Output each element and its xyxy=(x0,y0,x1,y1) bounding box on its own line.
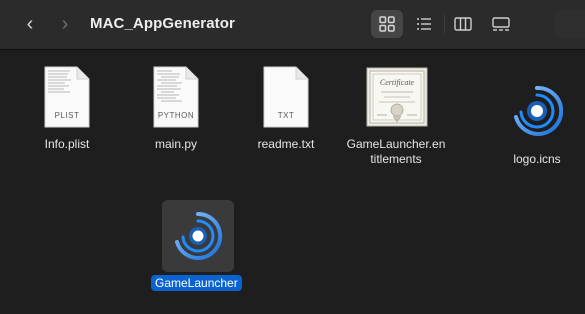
document-type-label: PLIST xyxy=(54,111,80,120)
text-document-icon: TXT xyxy=(262,66,310,128)
document-type-label: TXT xyxy=(277,111,295,120)
file-name-label: readme.txt xyxy=(257,137,315,151)
gallery-view-icon xyxy=(492,17,510,31)
selected-file-name-label: GameLauncher xyxy=(151,275,242,291)
svg-text:Certificate: Certificate xyxy=(380,78,415,87)
grid-view-icon xyxy=(379,16,395,32)
toolbar: ‹ › MAC_AppGenerator xyxy=(0,0,585,50)
grid-view-button[interactable] xyxy=(371,10,403,38)
window-title: MAC_AppGenerator xyxy=(90,15,235,32)
chevron-right-icon[interactable]: › xyxy=(57,14,73,34)
toolbar-separator xyxy=(444,14,445,34)
list-view-button[interactable] xyxy=(408,10,440,38)
file-name-label: Info.plist xyxy=(44,137,90,151)
file-name-label-line-2: titlements xyxy=(370,152,422,166)
document-type-label: PYTHON xyxy=(157,111,195,120)
column-view-button[interactable] xyxy=(447,10,479,38)
chevron-left-icon[interactable]: ‹ xyxy=(22,14,38,34)
file-name-label-line-1: GameLauncher.en xyxy=(346,137,446,151)
certificate-icon: Certificate xyxy=(366,67,428,127)
plist-document-icon: PLIST xyxy=(43,66,91,128)
gallery-view-button[interactable] xyxy=(485,10,517,38)
file-name-label: main.py xyxy=(154,137,198,151)
column-view-icon xyxy=(454,17,472,31)
finder-window: ‹ › MAC_AppGenerator PLIST Info.plist PY… xyxy=(0,0,585,314)
python-document-icon: PYTHON xyxy=(152,66,200,128)
list-view-icon xyxy=(417,18,431,30)
gamelauncher-app-icon xyxy=(175,211,223,260)
file-name-label: logo.icns xyxy=(513,152,561,166)
gamelauncher-logo-icon xyxy=(511,85,564,137)
toolbar-overflow-button[interactable] xyxy=(555,10,585,38)
